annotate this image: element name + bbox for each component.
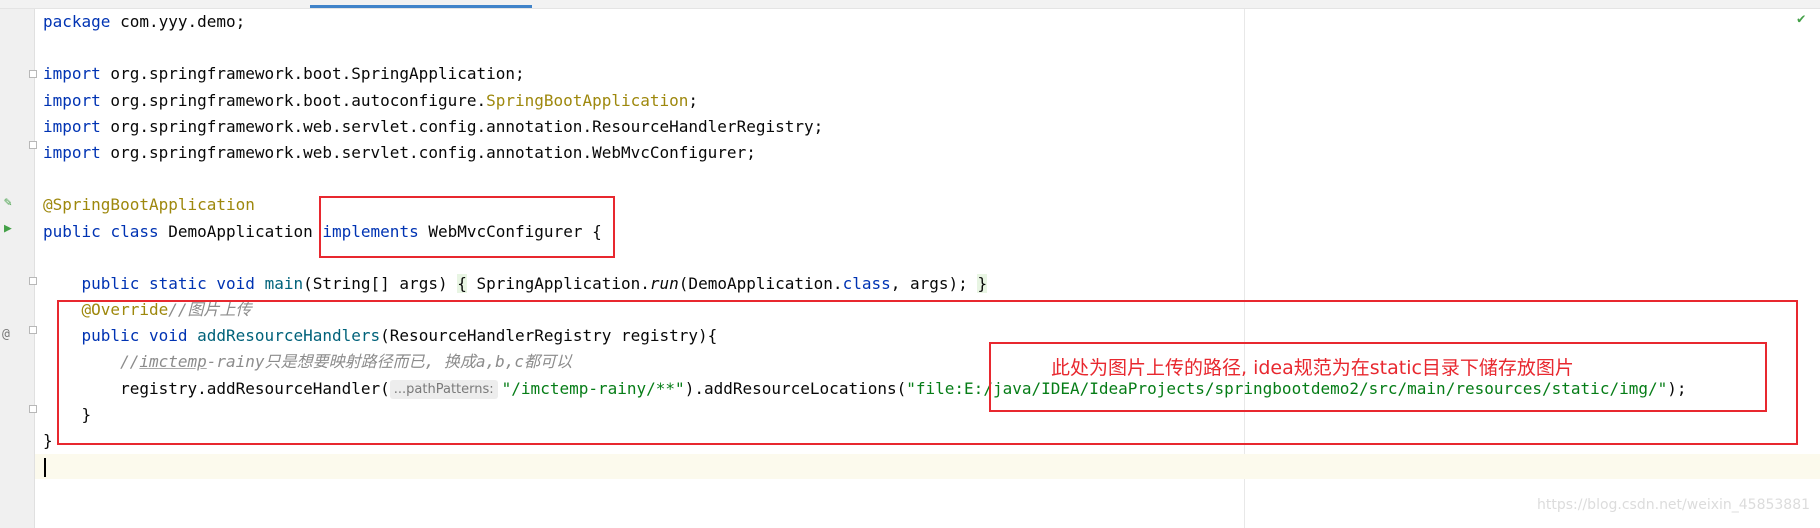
call-args: (DemoApplication. <box>678 273 843 293</box>
keyword: import <box>43 142 101 162</box>
keyword: class <box>110 221 159 241</box>
keyword: public <box>43 221 101 241</box>
code-line-main: public static void main(String[] args) {… <box>43 271 1687 297</box>
class-name: DemoApplication <box>158 221 323 241</box>
annotation-note: 此处为图片上传的路径, idea规范为在static目录下储存放图片 <box>1051 357 1574 379</box>
code-line-import: import org.springframework.web.servlet.c… <box>43 140 1687 166</box>
fold-marker-imports[interactable] <box>29 70 37 78</box>
editor-tab-bar <box>0 0 1820 9</box>
call-args: , args); <box>890 273 978 293</box>
run-icon[interactable]: ▶ <box>4 222 12 236</box>
code-line-annotation: @SpringBootApplication <box>43 192 1687 218</box>
keyword: import <box>43 64 101 84</box>
inspection-ok-icon[interactable]: ✔ <box>1797 11 1805 27</box>
text-caret <box>44 458 46 477</box>
keyword: import <box>43 90 101 110</box>
code-line-import: import org.springframework.web.servlet.c… <box>43 114 1687 140</box>
annotation: @SpringBootApplication <box>43 195 255 215</box>
keyword: package <box>43 12 111 31</box>
fold-marker-method[interactable] <box>29 326 37 334</box>
static-call: run <box>649 273 679 293</box>
import-path: org.springframework.boot.SpringApplicati… <box>100 64 525 84</box>
package-name: com.yyy.demo; <box>110 12 246 31</box>
keyword: public static void <box>81 273 265 293</box>
fold-marker-main[interactable] <box>29 277 37 285</box>
code-line-class-decl: public class DemoApplication implements … <box>43 219 1687 245</box>
import-class: SpringBootApplication <box>486 90 689 110</box>
current-line-highlight <box>35 454 1820 479</box>
editor-gutter: ✎ ▶ @ <box>0 9 35 528</box>
fold-marker-imports-end[interactable] <box>29 141 37 149</box>
code-line-package: package com.yyy.demo; <box>43 9 1687 35</box>
watermark: https://blog.csdn.net/weixin_45853881 <box>1537 497 1811 513</box>
fold-marker-method-end[interactable] <box>29 405 37 413</box>
code-line-import: import org.springframework.boot.SpringAp… <box>43 61 1687 87</box>
method-name: main <box>264 273 304 293</box>
open-brace: { <box>457 273 467 293</box>
override-marker-icon[interactable]: @ <box>2 328 10 342</box>
close-brace: } <box>43 431 53 450</box>
semicolon: ; <box>688 90 699 110</box>
import-path: org.springframework.boot.autoconfigure. <box>100 90 487 110</box>
code-line-import: import org.springframework.boot.autoconf… <box>43 88 1687 114</box>
keyword: import <box>43 116 101 136</box>
close-brace: } <box>977 273 988 293</box>
import-path: org.springframework.web.servlet.config.a… <box>100 142 756 162</box>
active-editor-tab[interactable] <box>310 0 532 8</box>
method-params: (String[] args) <box>303 273 458 293</box>
highlight-box-implements <box>319 196 615 258</box>
bean-icon[interactable]: ✎ <box>4 196 12 210</box>
keyword: class <box>842 273 891 293</box>
method-body: SpringApplication. <box>466 273 650 293</box>
import-path: org.springframework.web.servlet.config.a… <box>100 116 824 136</box>
